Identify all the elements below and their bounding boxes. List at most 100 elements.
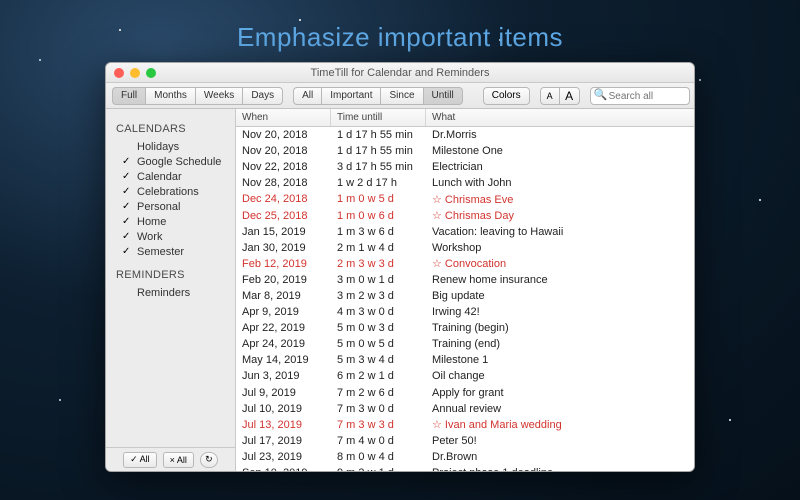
filter-tab-since[interactable]: Since	[380, 87, 422, 105]
filter-tab-important[interactable]: Important	[321, 87, 380, 105]
checkmark-icon: ✓	[122, 201, 132, 212]
text-larger-button[interactable]: A	[560, 87, 580, 105]
cell-when: Feb 20, 2019	[236, 274, 331, 286]
calendar-item[interactable]: ✓Work	[116, 229, 229, 244]
cell-what: Peter 50!	[426, 435, 694, 447]
view-tab-weeks[interactable]: Weeks	[195, 87, 242, 105]
cell-what: ☆ Ivan and Maria wedding	[426, 418, 694, 431]
calendar-label: Semester	[137, 246, 184, 258]
cell-when: Feb 12, 2019	[236, 258, 331, 270]
cell-when: Jan 30, 2019	[236, 242, 331, 254]
cell-time: 1 w 2 d 17 h	[331, 177, 426, 189]
calendar-item[interactable]: ✓Celebrations	[116, 184, 229, 199]
table-row[interactable]: May 14, 20195 m 3 w 4 dMilestone 1	[236, 352, 694, 368]
table-row[interactable]: Feb 12, 20192 m 3 w 3 d☆ Convocation	[236, 256, 694, 272]
cell-time: 3 m 0 w 1 d	[331, 274, 426, 286]
checkmark-icon: ✓	[122, 216, 132, 227]
table-row[interactable]: Jul 10, 20197 m 3 w 0 dAnnual review	[236, 401, 694, 417]
calendar-item[interactable]: ✓Google Schedule	[116, 154, 229, 169]
table-row[interactable]: Nov 28, 20181 w 2 d 17 hLunch with John	[236, 175, 694, 191]
table-row[interactable]: Apr 9, 20194 m 3 w 0 dIrwing 42!	[236, 304, 694, 320]
column-header-time[interactable]: Time untill	[331, 109, 426, 126]
table-row[interactable]: Nov 22, 20183 d 17 h 55 minElectrician	[236, 159, 694, 175]
cell-what: Vacation: leaving to Hawaii	[426, 226, 694, 238]
calendar-item[interactable]: ✓Semester	[116, 244, 229, 259]
calendar-label: Home	[137, 216, 166, 228]
table-row[interactable]: Jun 3, 20196 m 2 w 1 dOil change	[236, 368, 694, 384]
cell-time: 7 m 3 w 0 d	[331, 403, 426, 415]
cell-when: Apr 9, 2019	[236, 306, 331, 318]
calendar-label: Celebrations	[137, 186, 199, 198]
view-segmented-control: FullMonthsWeeksDays	[112, 87, 283, 105]
cell-when: Jul 17, 2019	[236, 435, 331, 447]
calendar-item[interactable]: ✓ Home	[116, 214, 229, 229]
cell-what: Big update	[426, 290, 694, 302]
calendar-label: Calendar	[137, 171, 182, 183]
filter-tab-all[interactable]: All	[293, 87, 321, 105]
cell-when: Apr 24, 2019	[236, 338, 331, 350]
cell-when: Dec 25, 2018	[236, 210, 331, 222]
table-row[interactable]: Nov 20, 20181 d 17 h 55 minDr.Morris	[236, 127, 694, 143]
titlebar: TimeTill for Calendar and Reminders	[106, 63, 694, 83]
cell-time: 1 m 3 w 6 d	[331, 226, 426, 238]
toolbar: FullMonthsWeeksDays AllImportantSinceUnt…	[106, 83, 694, 109]
table-row[interactable]: Sep 10, 20199 m 3 w 1 dProject phase 1 d…	[236, 465, 694, 471]
view-tab-days[interactable]: Days	[242, 87, 283, 105]
checkmark-icon: ✓	[122, 231, 132, 242]
table-row[interactable]: Mar 8, 20193 m 2 w 3 dBig update	[236, 288, 694, 304]
filter-tab-untill[interactable]: Untill	[423, 87, 463, 105]
table-row[interactable]: Jul 9, 20197 m 2 w 6 dApply for grant	[236, 385, 694, 401]
colors-button[interactable]: Colors	[483, 87, 530, 105]
cell-time: 1 d 17 h 55 min	[331, 145, 426, 157]
zoom-icon[interactable]	[146, 68, 156, 78]
column-header-what[interactable]: What	[426, 109, 694, 126]
table-row[interactable]: Feb 20, 20193 m 0 w 1 dRenew home insura…	[236, 272, 694, 288]
cell-time: 2 m 3 w 3 d	[331, 258, 426, 270]
close-icon[interactable]	[114, 68, 124, 78]
view-tab-full[interactable]: Full	[112, 87, 145, 105]
reminder-item[interactable]: Reminders	[116, 285, 229, 300]
cell-what: Renew home insurance	[426, 274, 694, 286]
table-row[interactable]: Jul 23, 20198 m 0 w 4 dDr.Brown	[236, 449, 694, 465]
table-row[interactable]: Jul 13, 20197 m 3 w 3 d☆ Ivan and Maria …	[236, 417, 694, 433]
uncheck-all-button[interactable]: × All	[163, 452, 194, 468]
sidebar-footer: ✓ All × All ↻	[106, 447, 235, 471]
calendar-item[interactable]: ✓Personal	[116, 199, 229, 214]
cell-what: Dr.Morris	[426, 129, 694, 141]
check-all-button[interactable]: ✓ All	[123, 452, 157, 468]
table-row[interactable]: Apr 24, 20195 m 0 w 5 dTraining (end)	[236, 336, 694, 352]
text-smaller-button[interactable]: A	[540, 87, 560, 105]
sidebar: CALENDARS Holidays✓Google Schedule ✓ Calen…	[106, 109, 236, 471]
minimize-icon[interactable]	[130, 68, 140, 78]
page-headline: Emphasize important items	[0, 22, 800, 53]
cell-what: Lunch with John	[426, 177, 694, 189]
table-row[interactable]: Jan 30, 20192 m 1 w 4 dWorkshop	[236, 240, 694, 256]
cell-time: 5 m 0 w 3 d	[331, 322, 426, 334]
sidebar-head-calendars: CALENDARS	[116, 123, 229, 135]
calendar-item[interactable]: ✓ Calendar	[116, 169, 229, 184]
text-size-control: A A	[540, 87, 580, 105]
table-row[interactable]: Dec 24, 20181 m 0 w 5 d☆ Chrismas Eve	[236, 191, 694, 207]
sidebar-head-reminders: REMINDERS	[116, 269, 229, 281]
cell-when: Nov 20, 2018	[236, 129, 331, 141]
column-header-when[interactable]: When	[236, 109, 331, 126]
cell-when: May 14, 2019	[236, 354, 331, 366]
calendar-item[interactable]: Holidays	[116, 139, 229, 154]
table-row[interactable]: Apr 22, 20195 m 0 w 3 dTraining (begin)	[236, 320, 694, 336]
table-row[interactable]: Jan 15, 20191 m 3 w 6 dVacation: leaving…	[236, 224, 694, 240]
refresh-button[interactable]: ↻	[200, 452, 218, 468]
cell-when: Jan 15, 2019	[236, 226, 331, 238]
cell-what: Project phase 1 deadline	[426, 467, 694, 471]
cell-time: 7 m 3 w 3 d	[331, 419, 426, 431]
cell-when: Nov 20, 2018	[236, 145, 331, 157]
view-tab-months[interactable]: Months	[145, 87, 195, 105]
table-row[interactable]: Jul 17, 20197 m 4 w 0 dPeter 50!	[236, 433, 694, 449]
cell-time: 2 m 1 w 4 d	[331, 242, 426, 254]
cell-time: 8 m 0 w 4 d	[331, 451, 426, 463]
table-row[interactable]: Dec 25, 20181 m 0 w 6 d☆ Chrismas Day	[236, 207, 694, 223]
cell-time: 5 m 0 w 5 d	[331, 338, 426, 350]
cell-time: 3 d 17 h 55 min	[331, 161, 426, 173]
checkmark-icon: ✓	[122, 171, 132, 182]
cell-time: 9 m 3 w 1 d	[331, 467, 426, 471]
table-row[interactable]: Nov 20, 20181 d 17 h 55 minMilestone One	[236, 143, 694, 159]
